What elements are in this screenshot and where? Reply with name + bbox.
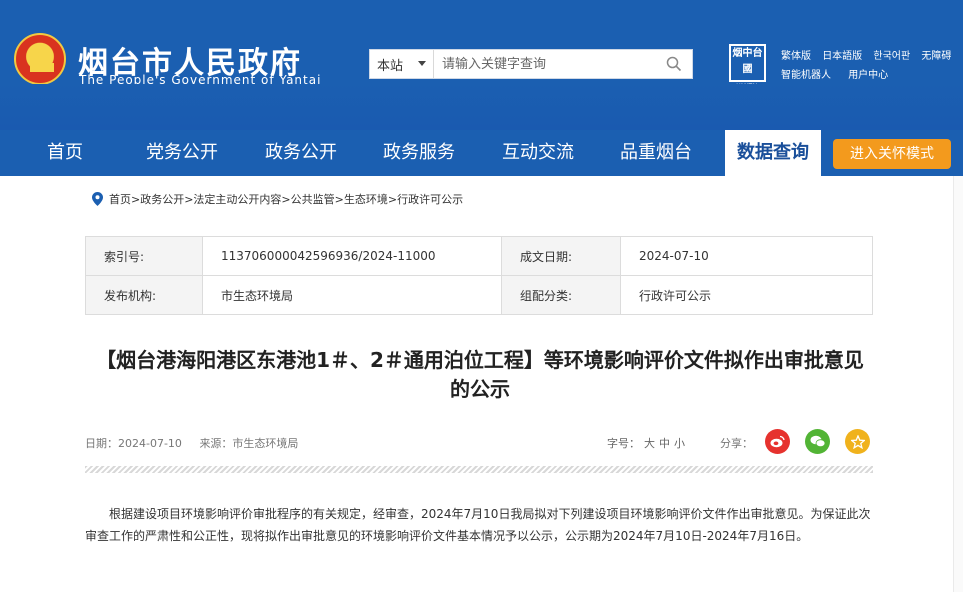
link-user-center[interactable]: 用户中心 bbox=[848, 70, 888, 81]
scrollbar[interactable] bbox=[953, 176, 963, 592]
share-weibo-button[interactable] bbox=[765, 429, 790, 454]
location-pin-icon bbox=[92, 192, 103, 206]
font-size-control: 字号： 大中小 bbox=[607, 435, 685, 451]
article-info: 日期：2024-07-10 来源：市生态环境局 bbox=[85, 435, 312, 451]
search-scope-value: 本站 bbox=[377, 58, 404, 74]
search-scope-select[interactable]: 本站 bbox=[370, 50, 434, 78]
page: 烟台市人民政府 The People's Government of Yanta… bbox=[0, 0, 963, 592]
national-emblem-logo[interactable] bbox=[14, 33, 66, 85]
nav-party-affairs[interactable]: 党务公开 bbox=[132, 130, 232, 176]
font-size-small[interactable]: 小 bbox=[674, 437, 685, 450]
breadcrumb-text[interactable]: 首页>政务公开>法定主动公开内容>公共监管>生态环境>行政许可公示 bbox=[109, 191, 463, 207]
search-icon bbox=[666, 56, 682, 72]
chevron-down-icon bbox=[418, 61, 426, 66]
document-meta-table: 索引号: 113706000042596936/2024-11000 成文日期:… bbox=[85, 236, 873, 315]
category-value: 行政许可公示 bbox=[620, 275, 873, 315]
nav-data-query[interactable]: 数据查询 bbox=[725, 130, 821, 176]
nav-yantai[interactable]: 品重烟台 bbox=[606, 130, 706, 176]
table-row: 发布机构: 市生态环境局 组配分类: 行政许可公示 bbox=[85, 275, 873, 315]
publisher-value: 市生态环境局 bbox=[202, 275, 502, 315]
care-mode-button[interactable]: 进入关怀模式 bbox=[833, 139, 951, 169]
breadcrumb: 首页>政务公开>法定主动公开内容>公共监管>生态环境>行政许可公示 bbox=[92, 191, 463, 207]
link-accessibility[interactable]: 无障碍 bbox=[921, 51, 951, 62]
link-korean[interactable]: 한국어판 bbox=[873, 51, 910, 62]
nav-home[interactable]: 首页 bbox=[20, 130, 110, 176]
share-favorite-button[interactable] bbox=[845, 429, 870, 454]
link-traditional[interactable]: 繁体版 bbox=[781, 51, 811, 62]
site-subtitle: The People's Government of Yantai bbox=[79, 73, 322, 87]
date-value: 2024-07-10 bbox=[620, 236, 873, 276]
link-japanese[interactable]: 日本語版 bbox=[822, 51, 862, 62]
search-input[interactable] bbox=[434, 50, 656, 78]
main-nav: 首页 党务公开 政务公开 政务服务 互动交流 品重烟台 数据查询 bbox=[0, 130, 963, 176]
font-size-medium[interactable]: 中 bbox=[659, 437, 670, 450]
site-header: 烟台市人民政府 The People's Government of Yanta… bbox=[0, 0, 963, 130]
share-wechat-button[interactable] bbox=[805, 429, 830, 454]
article-date: 日期：2024-07-10 bbox=[85, 437, 182, 450]
favorite-star-icon bbox=[850, 434, 865, 449]
category-label: 组配分类: bbox=[501, 275, 621, 315]
publisher-label: 发布机构: bbox=[85, 275, 203, 315]
service-links: 智能机器人 用户中心 bbox=[781, 66, 902, 81]
index-label: 索引号: bbox=[85, 236, 203, 276]
nav-government-affairs[interactable]: 政务公开 bbox=[251, 130, 351, 176]
yantai-china-seal-logo: 烟中台國 bbox=[729, 44, 766, 82]
font-size-label: 字号： bbox=[607, 437, 640, 450]
font-size-large[interactable]: 大 bbox=[644, 437, 655, 450]
share-label: 分享： bbox=[720, 437, 753, 450]
link-chatbot[interactable]: 智能机器人 bbox=[781, 70, 831, 81]
index-value: 113706000042596936/2024-11000 bbox=[202, 236, 502, 276]
seal-subtext: YANTAI · CHINA bbox=[736, 83, 762, 97]
search-button[interactable] bbox=[656, 50, 692, 78]
article-source: 来源：市生态环境局 bbox=[199, 437, 299, 450]
language-links: 繁体版 日本語版 한국어판 无障碍 bbox=[781, 47, 959, 62]
table-row: 索引号: 113706000042596936/2024-11000 成文日期:… bbox=[85, 236, 873, 276]
date-label: 成文日期: bbox=[501, 236, 621, 276]
nav-interaction[interactable]: 互动交流 bbox=[488, 130, 588, 176]
nav-government-services[interactable]: 政务服务 bbox=[369, 130, 469, 176]
weibo-icon bbox=[770, 435, 785, 448]
search-bar: 本站 bbox=[369, 49, 693, 79]
article-body: 根据建设项目环境影响评价审批程序的有关规定，经审查，2024年7月10日我局拟对… bbox=[85, 507, 871, 543]
wechat-icon bbox=[810, 435, 825, 448]
article-title: 【烟台港海阳港区东港池1＃、2＃通用泊位工程】等环境影响评价文件拟作出审批意见的… bbox=[96, 348, 864, 401]
content-divider bbox=[85, 466, 873, 473]
